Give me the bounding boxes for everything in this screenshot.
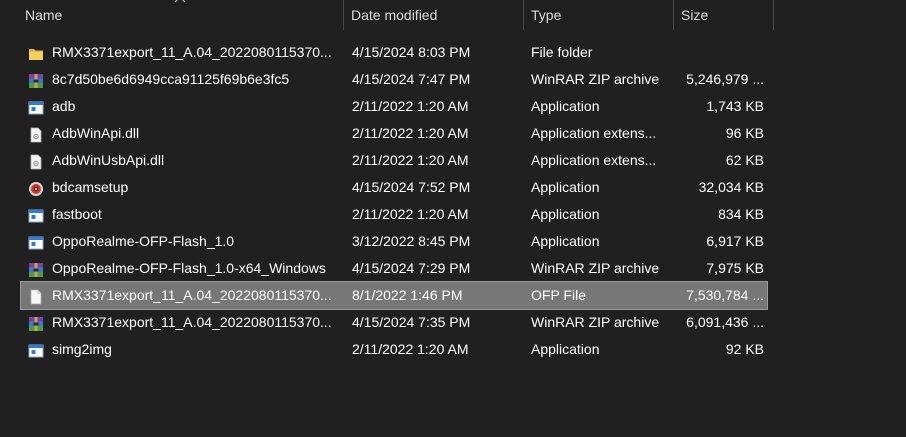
- file-size: 6,917 KB: [706, 233, 764, 249]
- file-row[interactable]: AdbWinApi.dll 2/11/2022 1:20 AM Applicatio…: [21, 120, 767, 147]
- file-type: Application: [531, 98, 600, 114]
- file-date-modified: 8/1/2022 1:46 PM: [352, 287, 463, 303]
- file-date-modified: 4/15/2024 7:35 PM: [352, 314, 471, 330]
- column-header-date-modified[interactable]: Date modified: [343, 0, 523, 30]
- column-divider[interactable]: [773, 0, 774, 30]
- file-date-modified: 4/15/2024 7:47 PM: [352, 71, 471, 87]
- application-icon: [28, 233, 44, 250]
- file-list: RMX3371export_11_A.04_2022080115370... 4/…: [20, 39, 768, 363]
- file-type: Application: [531, 233, 600, 249]
- column-header-size[interactable]: Size: [673, 0, 773, 30]
- file-name: AdbWinUsbApi.dll: [52, 152, 165, 168]
- file-size: 32,034 KB: [698, 179, 764, 195]
- bandicam-icon: [28, 179, 44, 196]
- file-date-modified: 2/11/2022 1:20 AM: [352, 341, 469, 357]
- file-row[interactable]: AdbWinUsbApi.dll 2/11/2022 1:20 AM Applica…: [21, 147, 767, 174]
- file-size: 834 KB: [718, 206, 764, 222]
- winrar-archive-icon: [28, 260, 44, 277]
- file-row[interactable]: OppoRealme-OFP-Flash_1.0 3/12/2022 8:45 P…: [21, 228, 767, 255]
- file-name: fastboot: [52, 206, 102, 222]
- file-name: 8c7d50be6d6949cca91125f69b6e3fc5: [52, 71, 290, 87]
- winrar-archive-icon: [28, 71, 44, 88]
- file-size: [681, 39, 764, 66]
- file-size: 92 KB: [725, 341, 764, 357]
- application-icon: [28, 98, 44, 115]
- file-row[interactable]: RMX3371export_11_A.04_2022080115370... 4/…: [21, 39, 767, 66]
- file-date-modified: 2/11/2022 1:20 AM: [352, 98, 469, 114]
- file-name: RMX3371export_11_A.04_2022080115370...: [52, 287, 332, 303]
- file-type: Application: [531, 206, 600, 222]
- file-date-modified: 3/12/2022 8:45 PM: [352, 233, 471, 249]
- file-row[interactable]: adb 2/11/2022 1:20 AM Application 1,743 KB: [21, 93, 767, 120]
- file-name: AdbWinApi.dll: [52, 125, 140, 141]
- file-row[interactable]: RMX3371export_11_A.04_2022080115370... 4/…: [21, 309, 767, 336]
- column-header-name[interactable]: Name: [17, 0, 343, 30]
- dll-file-icon: [28, 125, 44, 143]
- column-header-type[interactable]: Type: [523, 0, 673, 30]
- folder-icon: [28, 44, 44, 60]
- file-date-modified: 4/15/2024 8:03 PM: [352, 44, 471, 60]
- file-date-modified: 4/15/2024 7:29 PM: [352, 260, 471, 276]
- application-icon: [28, 341, 44, 358]
- file-type: WinRAR ZIP archive: [531, 260, 660, 276]
- file-type: WinRAR ZIP archive: [531, 71, 660, 87]
- file-size: 7,975 KB: [706, 260, 764, 276]
- file-row[interactable]: RMX3371export_11_A.04_2022080115370... 8/…: [20, 281, 768, 310]
- file-type: Application extens...: [531, 152, 657, 168]
- file-date-modified: 4/15/2024 7:52 PM: [352, 179, 471, 195]
- dll-file-icon: [28, 152, 44, 170]
- file-row[interactable]: fastboot 2/11/2022 1:20 AM Application 834 …: [21, 201, 767, 228]
- file-date-modified: 2/11/2022 1:20 AM: [352, 152, 469, 168]
- file-row[interactable]: bdcamsetup 4/15/2024 7:52 PM Application 32…: [21, 174, 767, 201]
- file-size: 1,743 KB: [706, 98, 764, 114]
- file-name: OppoRealme-OFP-Flash_1.0-x64_Windows: [52, 260, 326, 276]
- file-row[interactable]: 8c7d50be6d6949cca91125f69b6e3fc5 4/15/202…: [21, 66, 767, 93]
- file-type: File folder: [531, 44, 593, 60]
- winrar-archive-icon: [28, 314, 44, 331]
- column-header-bar: Name Date modified Type Size: [0, 0, 906, 30]
- file-name: RMX3371export_11_A.04_2022080115370...: [52, 44, 332, 60]
- file-size: 62 KB: [725, 152, 764, 168]
- file-name: OppoRealme-OFP-Flash_1.0: [52, 233, 235, 249]
- file-size: 5,246,979 ...: [686, 71, 764, 87]
- file-size: 6,091,436 ...: [686, 314, 764, 330]
- file-date-modified: 2/11/2022 1:20 AM: [352, 206, 469, 222]
- file-type: Application extens...: [531, 125, 657, 141]
- blank-file-icon: [28, 287, 44, 305]
- file-size: 96 KB: [725, 125, 764, 141]
- file-row[interactable]: simg2img 2/11/2022 1:20 AM Application 92 K…: [21, 336, 767, 363]
- file-name: adb: [52, 98, 76, 114]
- file-type: Application: [531, 341, 600, 357]
- file-type: OFP File: [531, 287, 586, 303]
- application-icon: [28, 206, 44, 223]
- file-name: simg2img: [52, 341, 112, 357]
- file-date-modified: 2/11/2022 1:20 AM: [352, 125, 469, 141]
- file-name: bdcamsetup: [52, 179, 129, 195]
- file-type: WinRAR ZIP archive: [531, 314, 660, 330]
- file-name: RMX3371export_11_A.04_2022080115370...: [52, 314, 332, 330]
- file-type: Application: [531, 179, 600, 195]
- file-row[interactable]: OppoRealme-OFP-Flash_1.0-x64_Windows 4/15…: [21, 255, 767, 282]
- file-size: 7,530,784 ...: [686, 287, 764, 303]
